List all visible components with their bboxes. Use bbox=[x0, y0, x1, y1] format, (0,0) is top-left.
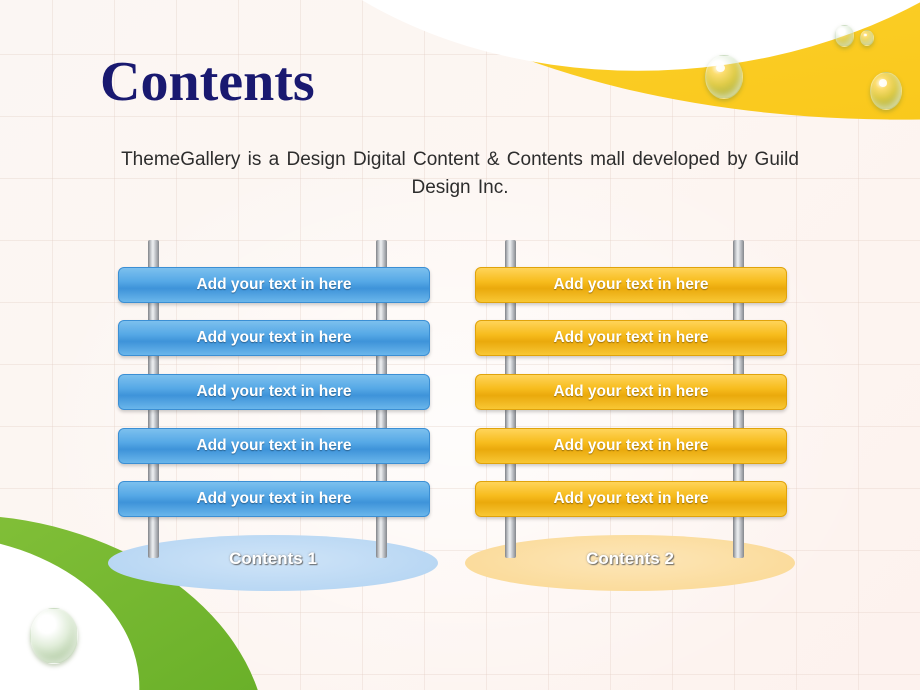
content-plank[interactable]: Add your text in here bbox=[475, 428, 787, 464]
plank-label: Add your text in here bbox=[553, 490, 709, 507]
content-plank[interactable]: Add your text in here bbox=[118, 267, 430, 303]
group-label-contents-2: Contents 2 bbox=[586, 549, 674, 568]
water-drop-icon bbox=[705, 55, 743, 99]
content-plank[interactable]: Add your text in here bbox=[118, 481, 430, 517]
content-plank[interactable]: Add your text in here bbox=[475, 481, 787, 517]
plank-label: Add your text in here bbox=[553, 276, 709, 293]
content-plank[interactable]: Add your text in here bbox=[475, 320, 787, 356]
plank-label: Add your text in here bbox=[196, 383, 352, 400]
content-plank[interactable]: Add your text in here bbox=[475, 267, 787, 303]
plank-label: Add your text in here bbox=[196, 437, 352, 454]
plank-label: Add your text in here bbox=[553, 437, 709, 454]
water-drop-icon bbox=[835, 25, 854, 47]
page-title: Contents bbox=[100, 51, 315, 113]
water-drop-icon bbox=[860, 30, 874, 46]
group-label-contents-1: Contents 1 bbox=[229, 549, 317, 568]
plank-label: Add your text in here bbox=[196, 329, 352, 346]
plank-label: Add your text in here bbox=[553, 383, 709, 400]
plank-label: Add your text in here bbox=[196, 276, 352, 293]
plank-label: Add your text in here bbox=[196, 490, 352, 507]
content-plank[interactable]: Add your text in here bbox=[475, 374, 787, 410]
content-plank[interactable]: Add your text in here bbox=[118, 374, 430, 410]
slide-canvas: Contents ThemeGallery is a Design Digita… bbox=[0, 0, 920, 690]
content-plank[interactable]: Add your text in here bbox=[118, 428, 430, 464]
page-subtitle: ThemeGallery is a Design Digital Content… bbox=[121, 149, 799, 198]
water-drop-icon bbox=[870, 72, 902, 110]
plank-label: Add your text in here bbox=[553, 329, 709, 346]
content-plank[interactable]: Add your text in here bbox=[118, 320, 430, 356]
water-drop-icon bbox=[30, 608, 78, 664]
